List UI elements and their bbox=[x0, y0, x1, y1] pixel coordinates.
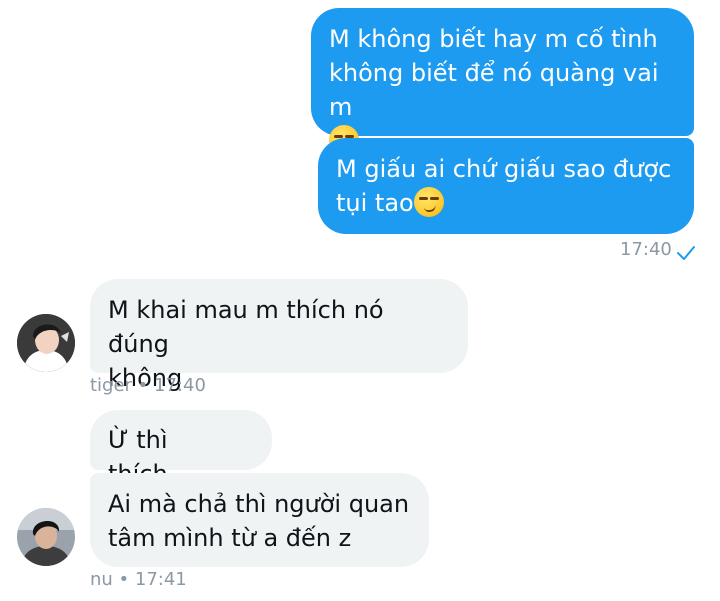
message-text: M không biết hay m cố tình bbox=[329, 25, 658, 53]
message-text: Ai mà chả thì người quan bbox=[108, 490, 410, 518]
sender-name-timestamp: tiger • 17:40 bbox=[90, 375, 206, 396]
message-text: tâm mình từ a đến z bbox=[108, 524, 352, 552]
received-message-bubble[interactable]: Ừ thì thích... bbox=[90, 410, 272, 488]
check-icon bbox=[677, 246, 695, 260]
message-text: tụi tao bbox=[336, 189, 414, 217]
avatar[interactable] bbox=[17, 314, 75, 372]
message-timestamp: 17:40 bbox=[620, 239, 672, 260]
message-text: không biết để nó quàng vai m bbox=[329, 59, 659, 121]
sender-name-timestamp: nu • 17:41 bbox=[90, 569, 187, 590]
sent-message-bubble[interactable]: M giấu ai chứ giấu sao được tụi tao bbox=[318, 138, 694, 234]
received-message-bubble[interactable]: Ai mà chả thì người quan tâm mình từ a đ… bbox=[90, 473, 429, 567]
message-text: M khai mau m thích nó đúng bbox=[108, 296, 384, 358]
received-message-bubble[interactable]: M khai mau m thích nó đúng không bbox=[90, 279, 468, 392]
avatar[interactable] bbox=[17, 508, 75, 566]
message-text: M giấu ai chứ giấu sao được bbox=[336, 155, 672, 183]
sent-message-bubble[interactable]: M không biết hay m cố tình không biết để… bbox=[311, 8, 694, 155]
smirking-face-icon bbox=[413, 187, 444, 217]
